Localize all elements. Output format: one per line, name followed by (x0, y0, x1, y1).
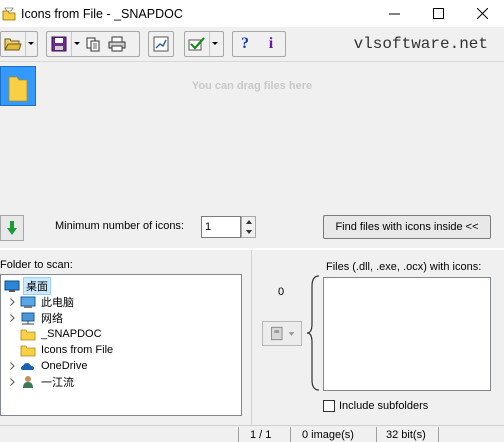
chevron-down-icon (73, 42, 80, 45)
tree-item-label: 一江流 (41, 377, 74, 389)
tree-item-this-pc[interactable]: 此电脑 (7, 294, 76, 310)
file-button-group (46, 31, 140, 57)
tree-item-icons-from-file[interactable]: Icons from File (19, 342, 115, 358)
include-subfolders-option[interactable]: Include subfolders (323, 400, 428, 412)
tree-item-user[interactable]: 一江流 (7, 374, 76, 390)
open-button-group (0, 31, 38, 57)
minimize-icon (388, 13, 400, 15)
cloud-icon (19, 359, 36, 373)
scan-folder-label: Folder to scan: (0, 259, 73, 271)
help-button[interactable]: ? (233, 32, 257, 56)
tree-item-label: _SNAPDOC (41, 328, 102, 340)
chart-icon (153, 36, 169, 52)
min-icons-input[interactable] (201, 216, 241, 238)
tree-item-snapdoc[interactable]: _SNAPDOC (19, 326, 104, 342)
chart-button[interactable] (149, 32, 173, 56)
print-button[interactable] (105, 32, 129, 56)
chevron-right-icon[interactable] (7, 314, 17, 322)
computer-icon (19, 295, 36, 309)
check-icon (188, 37, 205, 51)
help-icon: ? (241, 35, 249, 52)
check-button-group (184, 31, 224, 57)
drop-area[interactable]: You can drag files here (0, 62, 504, 210)
network-icon (19, 311, 36, 325)
files-label: Files (.dll, .exe, .ocx) with icons: (326, 261, 482, 273)
app-icon (2, 7, 16, 21)
files-count: 0 (278, 286, 285, 298)
drop-hint: You can drag files here (191, 80, 313, 92)
brace-icon (306, 275, 320, 391)
controls-bar: Minimum number of icons: Find files with… (0, 210, 504, 253)
help-button-group: ? i (232, 31, 286, 57)
desktop-icon (3, 279, 20, 293)
folder-icon (19, 343, 36, 357)
save-button[interactable] (47, 32, 71, 56)
chart-button-group (148, 31, 174, 57)
include-subfolders-checkbox[interactable] (323, 400, 335, 412)
tree-item-label: Icons from File (41, 344, 114, 356)
user-icon (19, 375, 36, 389)
open-folder-icon (4, 38, 22, 51)
status-page: 1 / 1 (250, 429, 272, 441)
chevron-down-icon (211, 42, 218, 45)
add-files-icon (271, 326, 295, 341)
tree-item-label: 桌面 (23, 277, 51, 295)
open-dropdown[interactable] (25, 32, 35, 56)
brand-text: vlsoftware.net (353, 35, 488, 53)
status-images: 0 image(s) (302, 429, 354, 441)
print-icon (108, 36, 126, 52)
tree-item-onedrive[interactable]: OneDrive (7, 358, 89, 374)
folder-icon (19, 327, 36, 341)
splitter-grip[interactable] (232, 245, 262, 253)
window-title: Icons from File - _SNAPDOC (21, 6, 183, 21)
info-icon: i (268, 35, 274, 52)
files-list[interactable] (323, 277, 491, 391)
maximize-button[interactable] (416, 0, 460, 27)
chevron-right-icon[interactable] (7, 298, 17, 306)
folder-tree[interactable]: 桌面 此电脑 网络 _SNAPDOC Icons from File OneDr… (0, 274, 242, 416)
add-files-button[interactable] (262, 321, 302, 346)
find-files-button[interactable]: Find files with icons inside << (323, 215, 491, 239)
chevron-down-icon (245, 230, 252, 234)
go-button[interactable] (0, 215, 24, 241)
chevron-down-icon (27, 42, 34, 45)
scan-pane: Folder to scan: 桌面 此电脑 网络 _SNAPDOC Icons… (0, 250, 251, 425)
copy-button[interactable] (81, 32, 105, 56)
tree-item-desktop[interactable]: 桌面 (3, 277, 51, 295)
arrow-down-icon (7, 221, 17, 235)
include-subfolders-label: Include subfolders (339, 400, 429, 412)
stepper-up-button[interactable] (242, 217, 255, 227)
open-button[interactable] (1, 32, 25, 56)
close-button[interactable] (460, 0, 504, 27)
status-bar: 1 / 1 0 image(s) 32 bit(s) (0, 425, 504, 442)
chevron-right-icon[interactable] (7, 362, 17, 370)
title-bar: Icons from File - _SNAPDOC (0, 0, 504, 27)
close-icon (476, 8, 488, 19)
stepper-down-button[interactable] (242, 227, 255, 237)
check-button[interactable] (185, 32, 209, 56)
copy-icon (86, 37, 100, 52)
tree-item-label: 此电脑 (41, 297, 74, 309)
files-pane: Files (.dll, .exe, .ocx) with icons: 0 I… (252, 250, 504, 425)
tree-item-label: 网络 (41, 313, 63, 325)
tree-item-network[interactable]: 网络 (7, 310, 65, 326)
maximize-icon (432, 8, 444, 19)
min-icons-stepper (201, 216, 256, 238)
status-bits: 32 bit(s) (386, 429, 426, 441)
minimize-button[interactable] (372, 0, 416, 27)
chevron-up-icon (245, 220, 252, 224)
min-icons-label: Minimum number of icons: (55, 220, 184, 232)
tree-item-label: OneDrive (41, 360, 88, 372)
check-dropdown[interactable] (209, 32, 219, 56)
chevron-right-icon[interactable] (7, 378, 17, 386)
info-button[interactable]: i (259, 32, 283, 56)
save-dropdown[interactable] (71, 32, 81, 56)
save-icon (51, 36, 67, 52)
